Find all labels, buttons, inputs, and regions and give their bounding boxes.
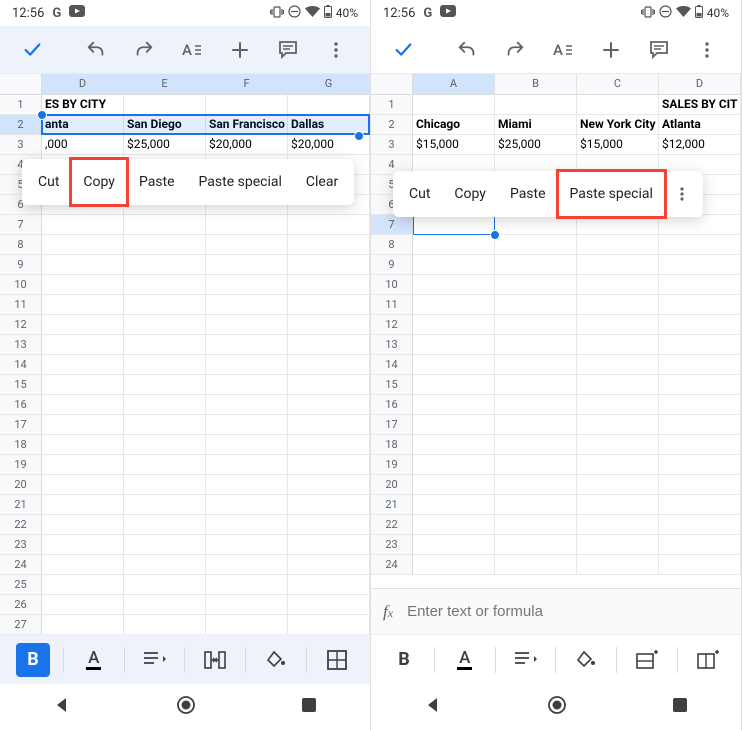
formula-input[interactable] [407,603,729,620]
context-menu: Cut Copy Paste Paste special [393,171,703,217]
context-menu: Cut Copy Paste Paste special Clear [22,159,354,205]
status-time: 12:56 [383,6,415,21]
svg-text:A: A [553,41,563,59]
align-button[interactable] [502,641,550,679]
right-screenshot: 12:56 G 40% [371,0,742,730]
nav-back-icon[interactable] [424,696,442,718]
youtube-icon [440,5,456,21]
col-header[interactable]: D [42,74,124,94]
google-g-icon: G [52,6,61,21]
insert-row-button[interactable] [623,641,671,679]
status-bar: 12:56 G 40% [0,0,370,26]
align-button[interactable] [131,641,179,679]
ctx-paste-special[interactable]: Paste special [187,159,294,205]
ctx-clear[interactable]: Clear [294,159,350,205]
text-color-button[interactable]: A [441,641,489,679]
wifi-icon [676,6,691,21]
column-headers: A B C D [371,74,741,95]
col-header[interactable]: F [206,74,288,94]
ctx-more-icon[interactable] [665,186,699,202]
merge-button[interactable] [191,641,239,679]
ctx-paste-special[interactable]: Paste special [558,171,665,217]
fx-label: fx [383,602,393,622]
font-format-button[interactable]: A [539,26,587,74]
wifi-icon [305,6,320,21]
more-vert-button[interactable] [683,26,731,74]
column-headers: D E F G [0,74,370,95]
undo-button[interactable] [443,26,491,74]
nav-back-icon[interactable] [53,696,71,718]
spreadsheet-grid[interactable]: 1SALES BY CIT 2ChicagoMiamiNew York City… [371,95,741,575]
nav-home-icon[interactable] [547,695,567,719]
redo-button[interactable] [491,26,539,74]
borders-button[interactable] [313,641,361,679]
google-g-icon: G [423,6,432,21]
undo-button[interactable] [72,26,120,74]
ctx-copy[interactable]: Copy [71,159,127,205]
comment-button[interactable] [635,26,683,74]
font-format-button[interactable]: A [168,26,216,74]
done-button[interactable] [10,26,54,74]
ctx-copy[interactable]: Copy [442,171,498,217]
dnd-icon [288,5,301,21]
formula-bar: fx [371,588,741,634]
battery-pct: 40% [707,6,729,20]
redo-button[interactable] [120,26,168,74]
android-nav-bar [371,684,741,730]
done-button[interactable] [381,26,425,74]
col-header[interactable]: B [495,74,577,94]
comment-button[interactable] [264,26,312,74]
vibrate-icon [641,6,655,21]
bold-button[interactable]: B [380,641,428,679]
bold-button[interactable]: B [9,641,57,679]
svg-text:A: A [182,41,192,59]
ctx-cut[interactable]: Cut [397,171,442,217]
col-header[interactable]: A [413,74,495,94]
insert-button[interactable] [216,26,264,74]
more-vert-button[interactable] [312,26,360,74]
top-toolbar: A [0,26,370,74]
left-screenshot: 12:56 G 40% [0,0,371,730]
youtube-icon [69,5,85,21]
col-header[interactable]: G [288,74,370,94]
ctx-paste[interactable]: Paste [127,159,187,205]
status-bar: 12:56 G 40% [371,0,741,26]
col-header[interactable]: D [659,74,741,94]
fill-color-button[interactable] [252,641,300,679]
insert-column-button[interactable] [684,641,732,679]
vibrate-icon [270,6,284,21]
top-toolbar: A [371,26,741,74]
nav-recent-icon[interactable] [301,697,317,717]
insert-button[interactable] [587,26,635,74]
text-color-button[interactable]: A [70,641,118,679]
battery-pct: 40% [336,6,358,20]
fill-color-button[interactable] [562,641,610,679]
battery-icon [695,5,703,21]
battery-icon [324,5,332,21]
ctx-cut[interactable]: Cut [26,159,71,205]
ctx-paste[interactable]: Paste [498,171,558,217]
format-toolbar: B A [0,634,370,684]
dnd-icon [659,5,672,21]
format-toolbar: B A [371,634,741,684]
col-header[interactable]: E [124,74,206,94]
cell-title[interactable]: ES BY CITY [42,95,124,115]
nav-home-icon[interactable] [176,695,196,719]
status-time: 12:56 [12,6,44,21]
col-header[interactable]: C [577,74,659,94]
android-nav-bar [0,684,370,730]
nav-recent-icon[interactable] [672,697,688,717]
